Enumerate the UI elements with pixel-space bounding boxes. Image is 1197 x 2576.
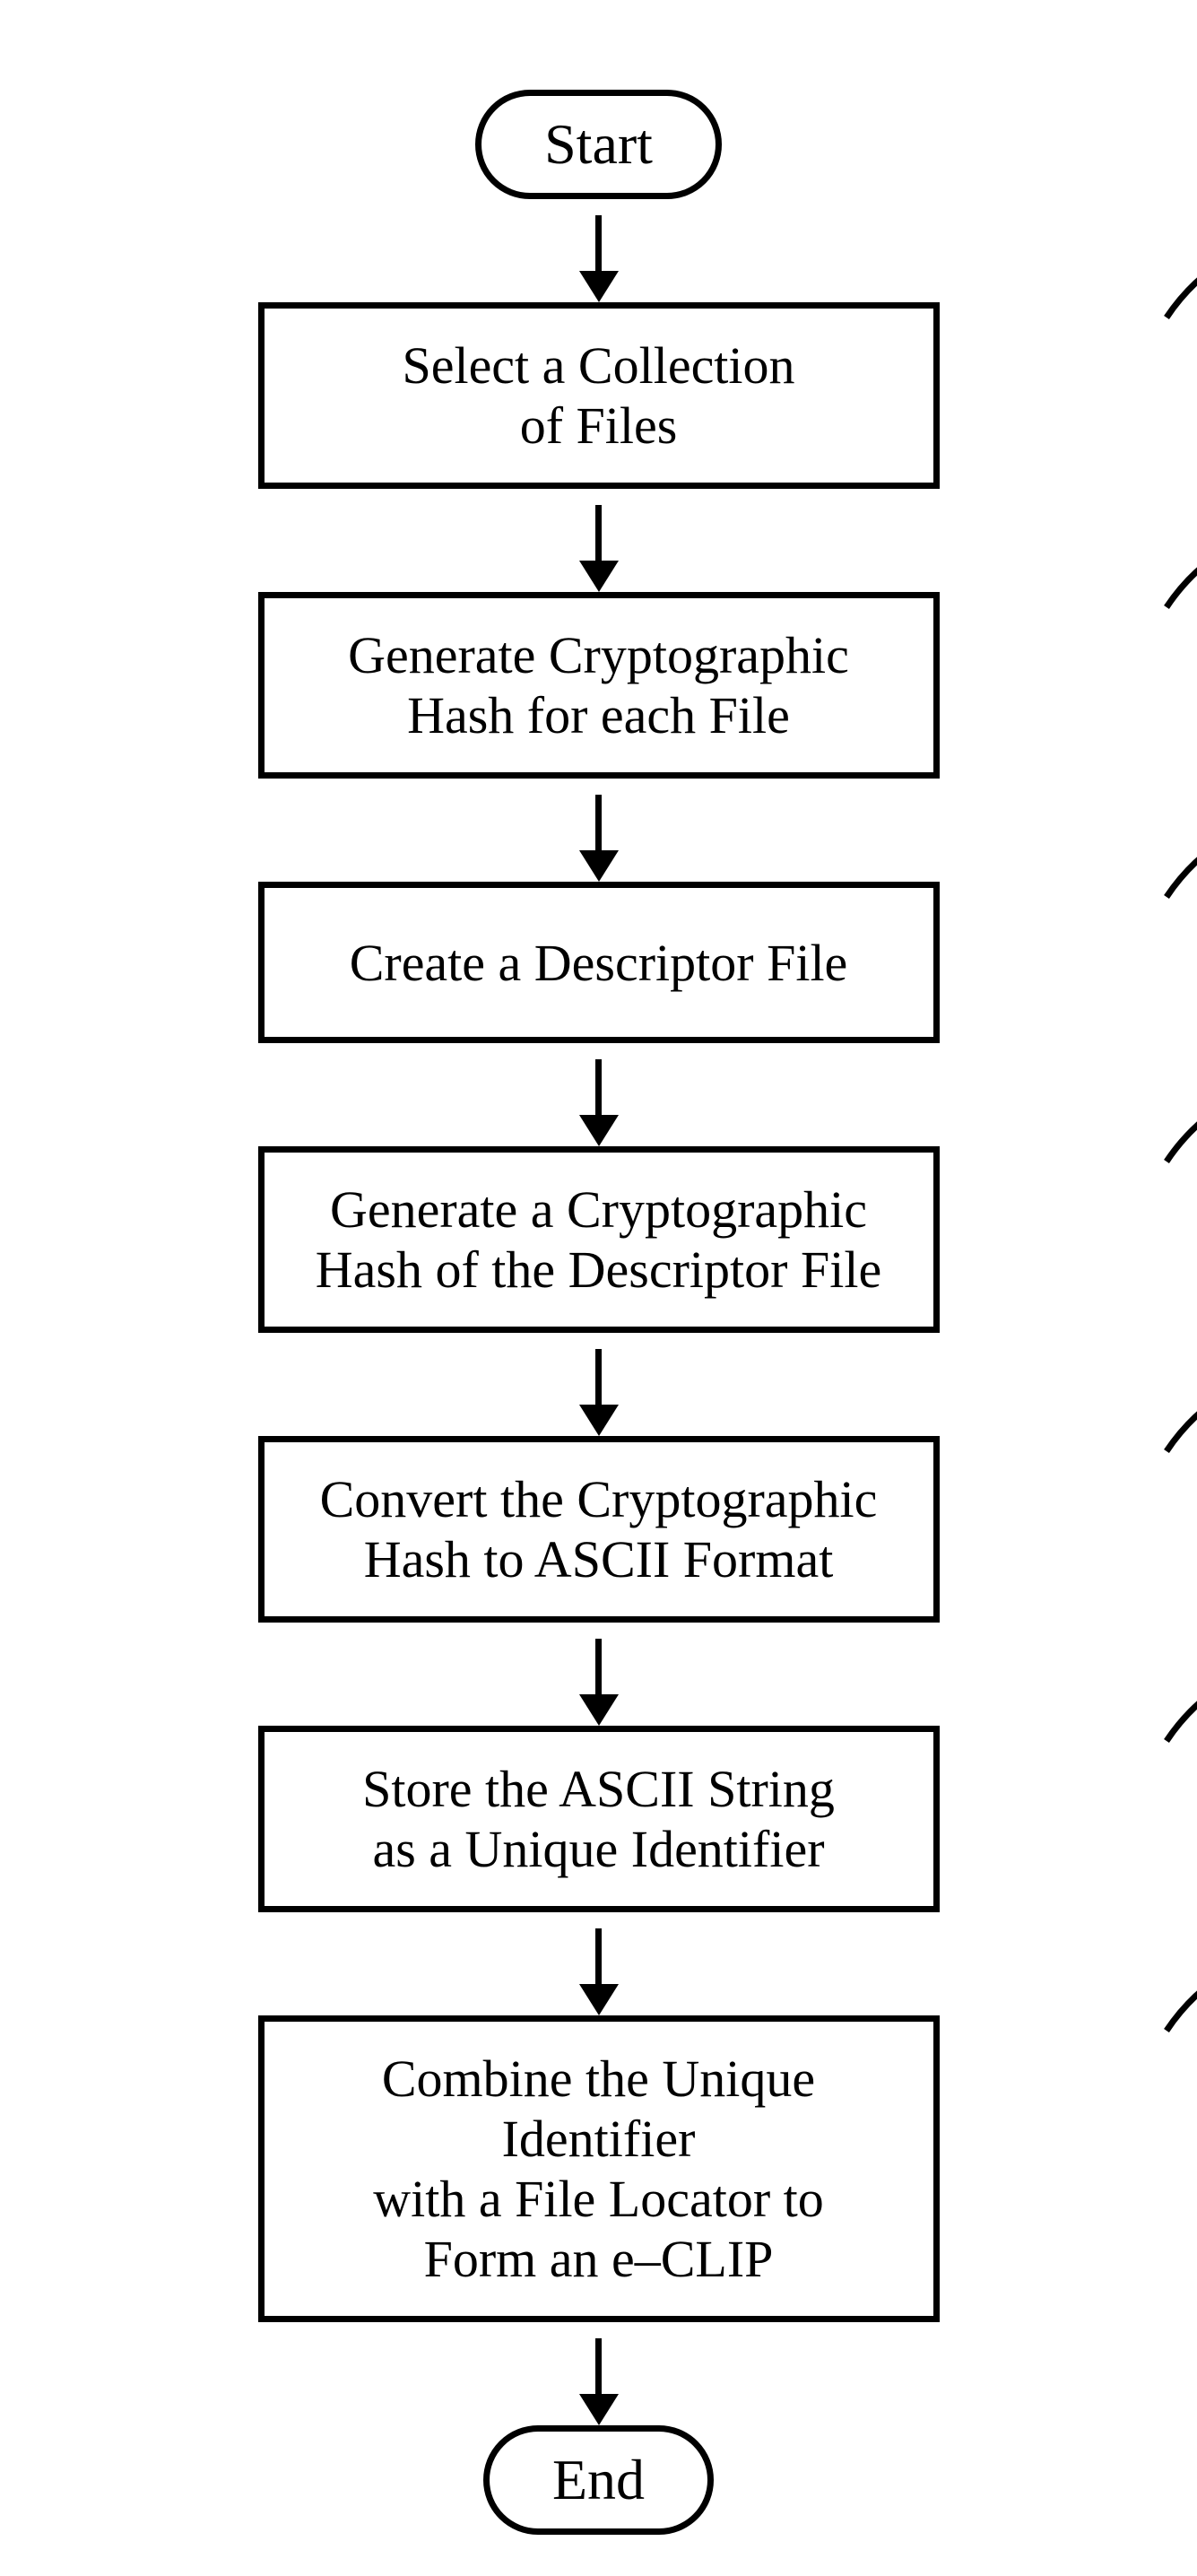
leader-line-icon xyxy=(1167,1651,1197,1750)
leader-line-icon xyxy=(1167,518,1197,616)
leader-line-icon xyxy=(1167,1362,1197,1460)
process-step-110: Convert the CryptographicHash to ASCII F… xyxy=(258,1436,940,1623)
leader-line-icon xyxy=(1167,228,1197,326)
process-step-112: Store the ASCII Stringas a Unique Identi… xyxy=(258,1726,940,1912)
arrow-icon xyxy=(258,1912,940,2015)
process-step-108: Generate a CryptographicHash of the Desc… xyxy=(258,1146,940,1333)
terminator-start: Start xyxy=(475,90,722,199)
leader-line-icon xyxy=(1167,1941,1197,2040)
process-text: Store the ASCII Stringas a Unique Identi… xyxy=(362,1759,835,1879)
process-step-104: Generate CryptographicHash for each File… xyxy=(258,592,940,779)
process-text: Create a Descriptor File xyxy=(350,933,848,993)
process-text: Select a Collectionof Files xyxy=(402,335,794,456)
arrow-icon xyxy=(258,199,940,302)
arrow-icon xyxy=(258,1333,940,1436)
process-step-102: Select a Collectionof Files 102 xyxy=(258,302,940,489)
process-text: Combine the Unique Identifierwith a File… xyxy=(291,2049,906,2289)
process-text: Generate a CryptographicHash of the Desc… xyxy=(316,1179,881,1300)
leader-line-icon xyxy=(1167,807,1197,906)
terminator-end: End xyxy=(483,2425,714,2535)
process-text: Convert the CryptographicHash to ASCII F… xyxy=(320,1469,878,1589)
arrow-icon xyxy=(258,2322,940,2425)
leader-line-icon xyxy=(1167,1072,1197,1171)
arrow-icon xyxy=(258,779,940,882)
arrow-icon xyxy=(258,489,940,592)
flowchart: Start Select a Collectionof Files 102 Ge… xyxy=(258,90,940,2535)
process-step-114: Combine the Unique Identifierwith a File… xyxy=(258,2015,940,2322)
process-step-106: Create a Descriptor File 106 xyxy=(258,882,940,1043)
process-text: Generate CryptographicHash for each File xyxy=(348,625,849,745)
arrow-icon xyxy=(258,1043,940,1146)
arrow-icon xyxy=(258,1623,940,1726)
